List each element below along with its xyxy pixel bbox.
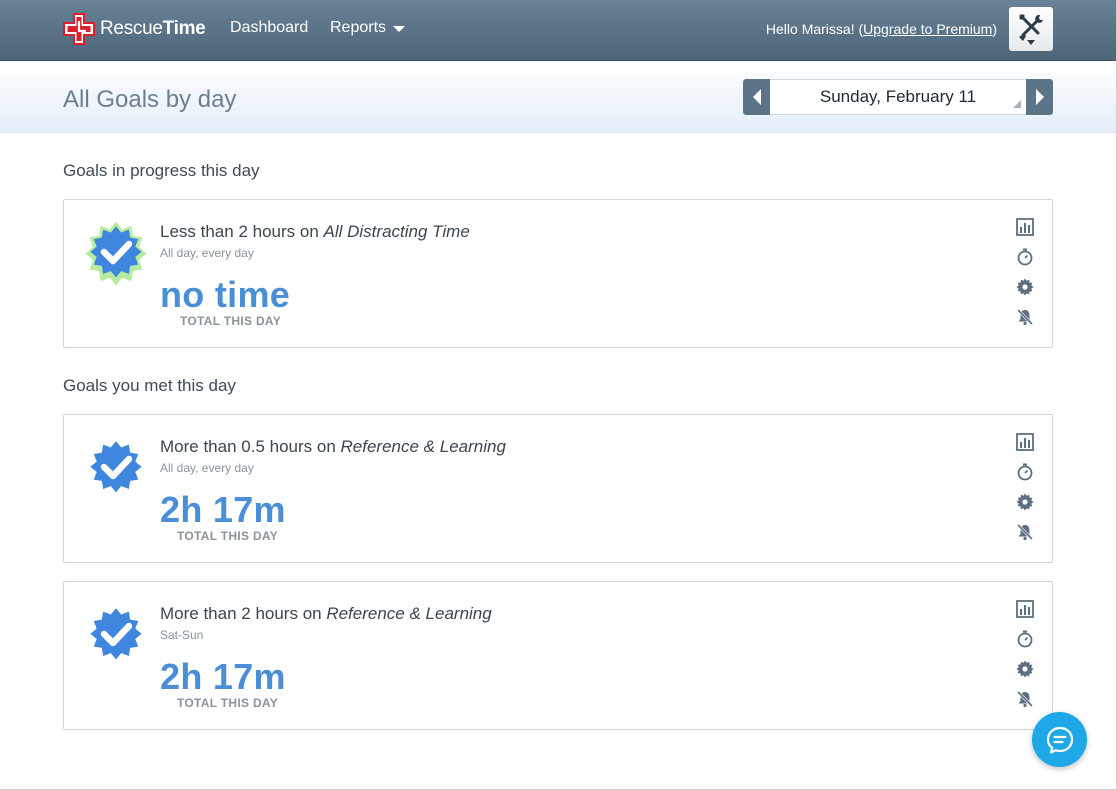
bell-off-icon[interactable] (1011, 684, 1039, 714)
goal-card: Less than 2 hours on All Distracting Tim… (63, 199, 1053, 348)
section-title-met: Goals you met this day (63, 376, 236, 395)
stopwatch-icon[interactable] (1011, 624, 1039, 654)
stopwatch-icon[interactable] (1011, 242, 1039, 272)
page-header: All Goals by day Sunday, February 11 (0, 62, 1116, 133)
chevron-down-icon (393, 26, 406, 32)
verified-check-badge-icon (85, 221, 147, 286)
bell-off-icon[interactable] (1011, 517, 1039, 547)
goal-schedule: All day, every day (160, 246, 254, 260)
nav-reports-label: Reports (330, 19, 387, 36)
app-window: RescueTime Dashboard Reports Hello Maris… (0, 0, 1117, 790)
goal-actions (1011, 594, 1039, 714)
goal-total-time: no time (160, 274, 291, 315)
section-title-in-progress: Goals in progress this day (63, 161, 260, 180)
goal-card: More than 2 hours on Reference & Learnin… (63, 581, 1053, 730)
gear-icon[interactable] (1011, 272, 1039, 302)
date-field[interactable]: Sunday, February 11 (770, 79, 1026, 115)
clock-cross-logo-icon (63, 13, 95, 45)
arrow-left-icon (752, 89, 761, 105)
bar-chart-icon[interactable] (1011, 594, 1039, 624)
verified-check-badge-icon (90, 441, 142, 493)
next-day-button[interactable] (1026, 79, 1053, 115)
upgrade-premium-link[interactable]: Upgrade to Premium (863, 21, 992, 37)
goal-total-label: TOTAL THIS DAY (177, 696, 279, 710)
goal-schedule: Sat-Sun (160, 628, 204, 642)
goal-total-label: TOTAL THIS DAY (180, 314, 282, 328)
goal-total-time: 2h 17m (160, 489, 286, 530)
arrow-right-icon (1035, 89, 1044, 105)
goal-schedule: All day, every day (160, 461, 254, 475)
date-label: Sunday, February 11 (819, 87, 977, 106)
date-picker: Sunday, February 11 (743, 79, 1053, 115)
goal-actions (1011, 212, 1039, 332)
chat-support-button[interactable] (1032, 712, 1087, 767)
resize-corner-icon (1013, 100, 1021, 108)
nav-dashboard[interactable]: Dashboard (230, 19, 308, 37)
goal-description: More than 2 hours on Reference & Learnin… (160, 604, 492, 623)
nav-reports-dropdown[interactable]: Reports (330, 19, 406, 37)
rescuetime-logo[interactable]: RescueTime (62, 13, 206, 45)
logo-text: RescueTime (100, 18, 206, 39)
goal-card: More than 0.5 hours on Reference & Learn… (63, 414, 1053, 563)
goal-description: More than 0.5 hours on Reference & Learn… (160, 437, 506, 456)
page-title: All Goals by day (63, 86, 237, 113)
tools-icon (1019, 14, 1043, 45)
goal-description: Less than 2 hours on All Distracting Tim… (160, 222, 470, 241)
gear-icon[interactable] (1011, 487, 1039, 517)
previous-day-button[interactable] (743, 79, 770, 115)
goal-total-time: 2h 17m (160, 656, 286, 697)
goal-total-label: TOTAL THIS DAY (177, 529, 279, 543)
goal-actions (1011, 427, 1039, 547)
settings-tools-button[interactable] (1009, 7, 1053, 51)
top-nav-bar: RescueTime Dashboard Reports Hello Maris… (0, 0, 1116, 61)
stopwatch-icon[interactable] (1011, 457, 1039, 487)
bell-off-icon[interactable] (1011, 302, 1039, 332)
gear-icon[interactable] (1011, 654, 1039, 684)
verified-check-badge-icon (90, 608, 142, 660)
chat-bubble-icon (1046, 726, 1073, 754)
bar-chart-icon[interactable] (1011, 212, 1039, 242)
bar-chart-icon[interactable] (1011, 427, 1039, 457)
user-greeting: Hello Marissa! (Upgrade to Premium) (765, 21, 997, 37)
